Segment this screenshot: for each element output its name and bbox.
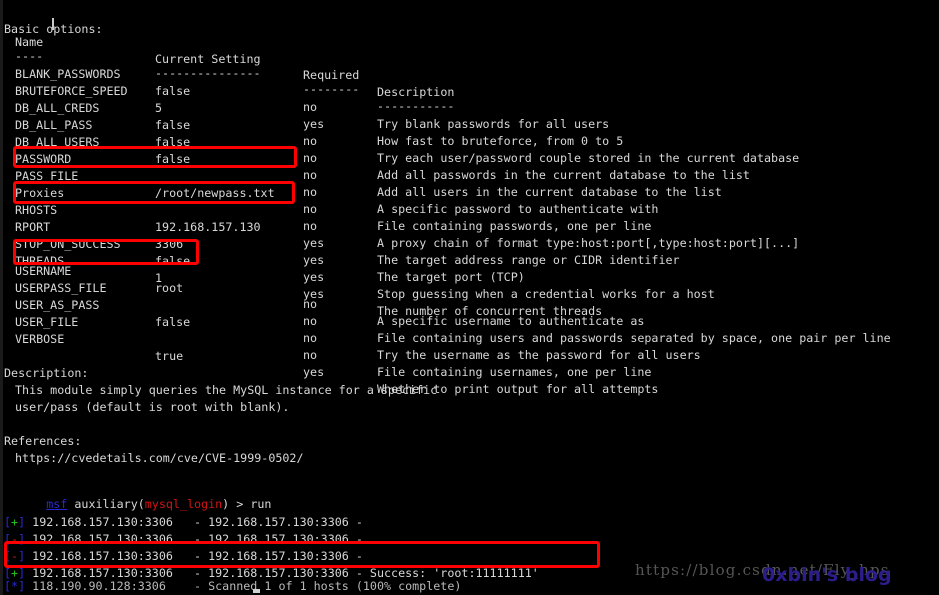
- references-heading: References:: [0, 416, 939, 448]
- table-row: RHOSTS 192.168.157.130 yes The target ad…: [0, 185, 939, 267]
- table-row: PASS_FILE /root/newpass.txt no File cont…: [0, 151, 939, 233]
- row-required: no: [303, 331, 318, 346]
- table-row: USERNAME root no A specific username to …: [0, 246, 939, 328]
- watermark-blog: 0xbin's blog: [762, 564, 892, 586]
- description-heading: Description:: [0, 348, 939, 380]
- output-line: [+] 192.168.157.130:3306 - 192.168.157.1…: [0, 497, 939, 529]
- row-description: File containing users and passwords sepa…: [377, 331, 891, 346]
- table-row: BRUTEFORCE_SPEED 5 yes How fast to brute…: [0, 66, 939, 148]
- output-line: [-] 192.168.157.130:3306 - 192.168.157.1…: [0, 514, 939, 546]
- description-text-2: user/pass (default is root with blank).: [15, 399, 290, 414]
- reference-link[interactable]: https://cvedetails.com/cve/CVE-1999-0502…: [0, 433, 939, 465]
- terminal-cursor: [253, 589, 260, 593]
- table-row: USER_AS_PASS false no Try the username a…: [0, 280, 939, 362]
- terminal-screen[interactable]: Basic options: Name Current Setting Requ…: [0, 0, 939, 595]
- options-table-rules: ---- --------------- -------- ----------…: [0, 31, 939, 113]
- text-caret: [52, 18, 54, 30]
- description-line-1: This module simply queries the MySQL ins…: [0, 365, 939, 397]
- table-row: Proxies no A proxy chain of format type:…: [0, 168, 939, 250]
- table-row: VERBOSE true yes Whether to print output…: [0, 314, 939, 396]
- output-line: [-] 192.168.157.130:3306 - 192.168.157.1…: [0, 531, 939, 563]
- table-row: DB_ALL_CREDS false no Try each user/pass…: [0, 83, 939, 165]
- table-row: BLANK_PASSWORDS false no Try blank passw…: [0, 49, 939, 131]
- table-row: RPORT 3306 yes The target port (TCP): [0, 202, 939, 284]
- table-row: DB_ALL_USERS false no Add all users in t…: [0, 117, 939, 199]
- table-row: STOP_ON_SUCCESS false yes Stop guessing …: [0, 219, 939, 301]
- table-row: DB_ALL_PASS false no Add all passwords i…: [0, 100, 939, 182]
- description-line-2: user/pass (default is root with blank).: [0, 382, 939, 414]
- row-name: VERBOSE: [15, 331, 65, 346]
- command-prompt-line[interactable]: msf auxiliary(mysql_login) > run: [0, 462, 939, 511]
- table-row: PASSWORD no A specific password to authe…: [0, 134, 939, 216]
- table-row: USER_FILE no File containing usernames, …: [0, 297, 939, 379]
- table-row: USERPASS_FILE no File containing users a…: [0, 263, 939, 345]
